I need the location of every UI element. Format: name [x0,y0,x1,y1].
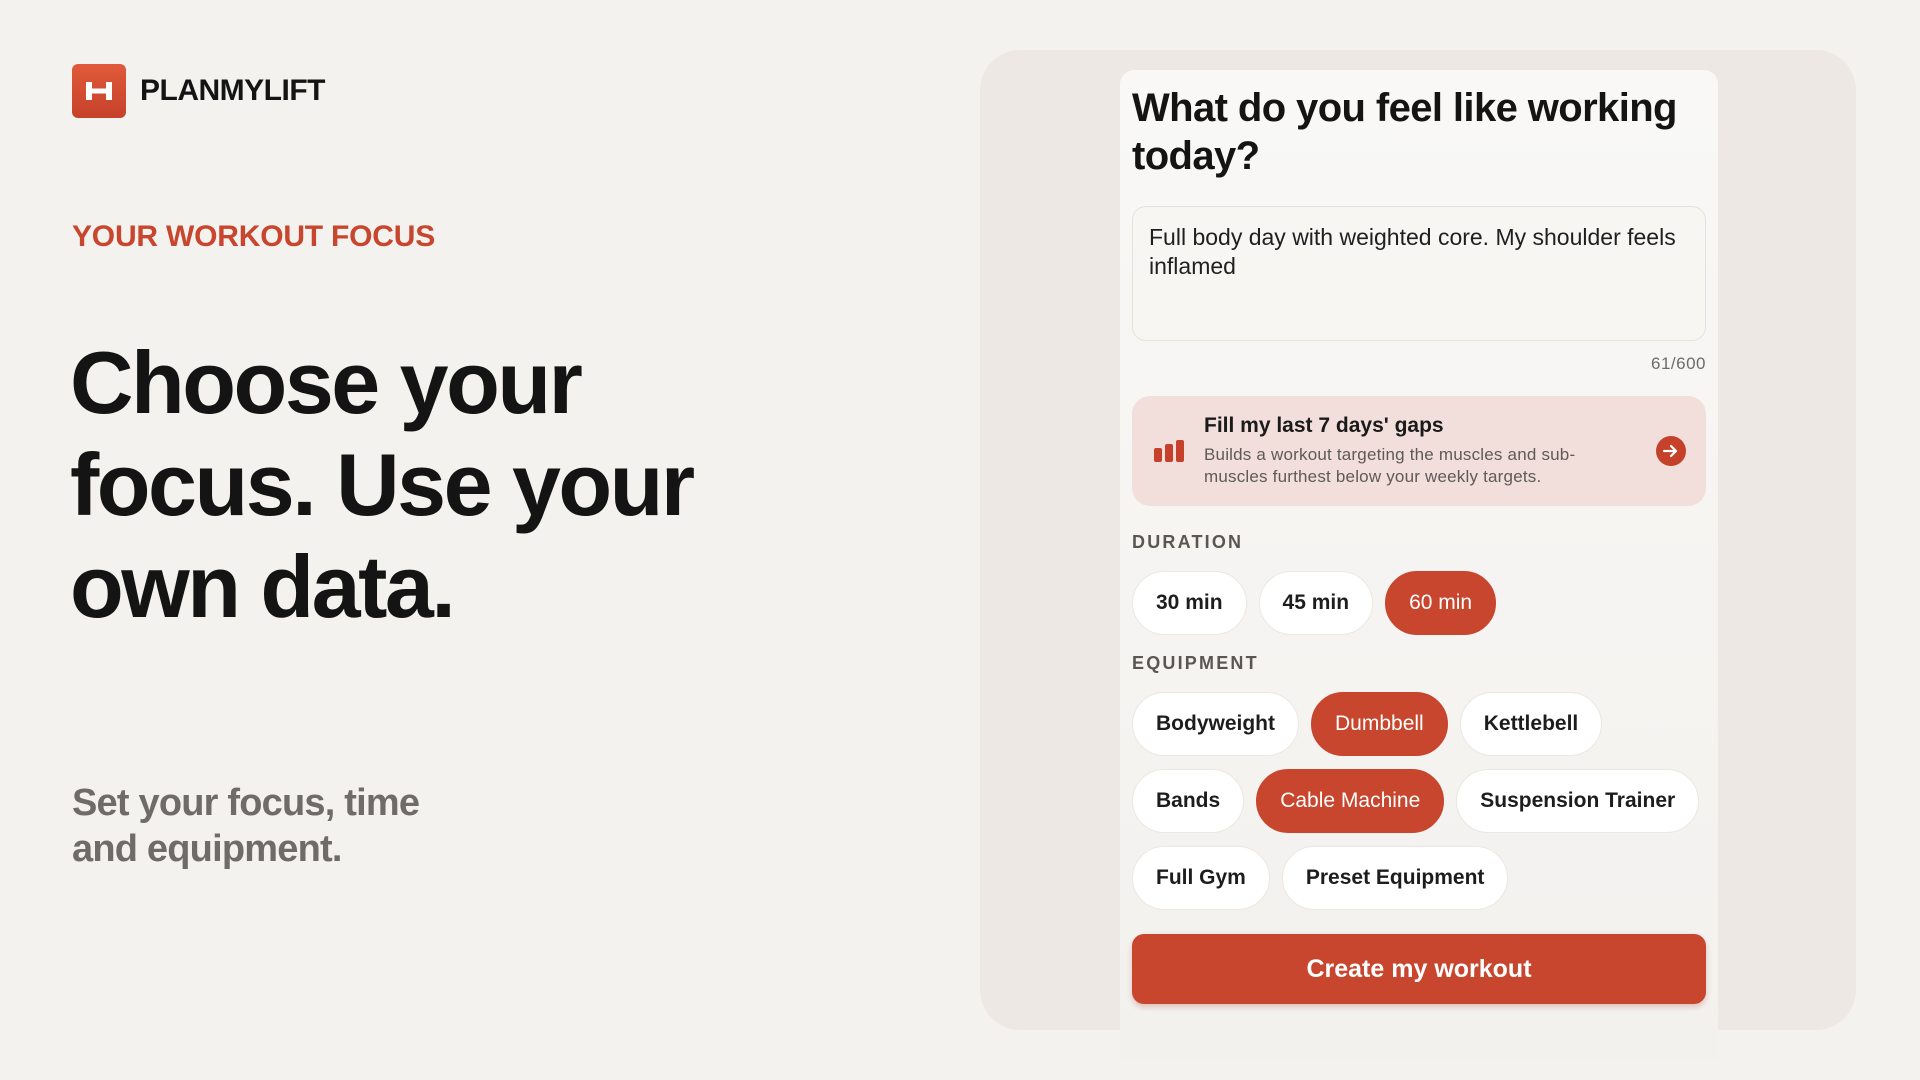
duration-chip-45[interactable]: 45 min [1258,571,1374,635]
hero-subline: Set your focus, time and equipment. [72,782,420,870]
arrow-right-circle-icon[interactable] [1656,436,1686,466]
focus-prompt-input[interactable] [1132,206,1706,341]
equipment-chip-suspension-trainer[interactable]: Suspension Trainer [1456,769,1700,833]
app-preview-panel: What do you feel like working today? 61/… [980,50,1856,1060]
char-counter: 61/600 [1651,354,1706,373]
fill-gaps-title: Fill my last 7 days' gaps [1204,414,1444,437]
equipment-chip-bands[interactable]: Bands [1132,769,1245,833]
duration-options: 30 min 45 min 60 min [1132,571,1706,635]
equipment-chip-full-gym[interactable]: Full Gym [1132,846,1270,910]
bar-chart-icon [1154,440,1184,462]
duration-label: DURATION [1132,532,1244,552]
equipment-chip-preset-equipment[interactable]: Preset Equipment [1281,846,1509,910]
equipment-label: EQUIPMENT [1132,653,1259,673]
workout-form-card: What do you feel like working today? 61/… [1120,70,1718,1060]
brand: PLANMYLIFT [72,64,325,118]
equipment-chip-dumbbell[interactable]: Dumbbell [1311,692,1448,756]
form-question: What do you feel like working today? [1132,86,1677,178]
brand-name: PLANMYLIFT [140,74,325,107]
equipment-options: Bodyweight Dumbbell Kettlebell Bands Cab… [1132,692,1706,910]
fill-gaps-button[interactable]: Fill my last 7 days' gaps Builds a worko… [1132,396,1706,506]
hero-eyebrow: YOUR WORKOUT FOCUS [72,220,436,253]
equipment-chip-kettlebell[interactable]: Kettlebell [1459,692,1603,756]
equipment-chip-bodyweight[interactable]: Bodyweight [1132,692,1299,756]
create-workout-button[interactable]: Create my workout [1132,934,1706,1004]
hero-headline: Choose your focus. Use your own data. [70,333,695,636]
fill-gaps-description: Builds a workout targeting the muscles a… [1204,445,1576,486]
equipment-chip-cable-machine[interactable]: Cable Machine [1256,769,1445,833]
planmylift-logo-icon [72,64,126,118]
workout-form: What do you feel like working today? 61/… [1132,70,1706,1004]
duration-chip-30[interactable]: 30 min [1132,571,1247,635]
duration-chip-60[interactable]: 60 min [1385,571,1497,635]
